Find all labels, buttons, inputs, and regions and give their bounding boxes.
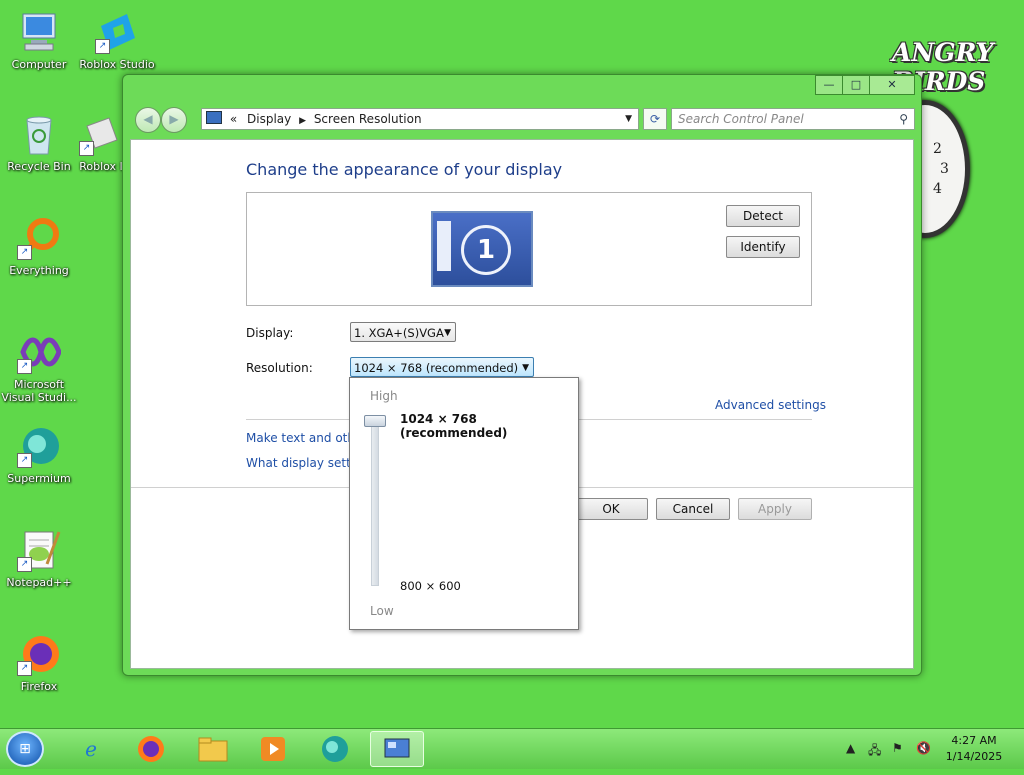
desktop-icon-notepad-plus-plus[interactable]: ↗ Notepad++: [0, 528, 80, 589]
monitor-1-thumbnail[interactable]: 1: [431, 211, 533, 287]
desktop-icon-label: Roblox Studio: [79, 58, 155, 71]
desktop-icon-computer[interactable]: Computer: [0, 10, 80, 71]
desktop-icon-everything[interactable]: ↗ Everything: [0, 216, 80, 277]
back-button[interactable]: ◀: [135, 107, 161, 133]
display-label: Display:: [246, 326, 294, 340]
shortcut-arrow-icon: ↗: [79, 141, 94, 156]
desktop-icon-label: Recycle Bin: [7, 160, 71, 173]
search-icon: ⚲: [899, 112, 908, 126]
computer-icon: [17, 10, 61, 54]
display-select[interactable]: 1. XGA+(S)VGA ▼: [350, 322, 456, 342]
resolution-value: 1024 × 768 (recommended): [354, 361, 519, 375]
desktop-icon-label: Roblox I: [79, 160, 123, 173]
resolution-slider-track[interactable]: [371, 418, 379, 586]
desktop-icon-label: Supermium: [7, 472, 71, 485]
visual-studio-icon: ↗: [17, 330, 62, 374]
show-hidden-icons-icon[interactable]: ▲: [846, 741, 855, 755]
desktop-icon-supermium[interactable]: ↗ Supermium: [0, 424, 80, 485]
search-placeholder: Search Control Panel: [678, 112, 804, 126]
monitor-sidebar-shape: [437, 221, 451, 271]
desktop-icon-label: Microsoft Visual Studi...: [1, 378, 77, 404]
clock-number: 3: [940, 161, 949, 177]
control-panel-icon: [206, 111, 222, 124]
refresh-button[interactable]: ⟳: [643, 108, 667, 130]
control-panel-icon[interactable]: [370, 731, 424, 767]
firefox-icon[interactable]: [124, 731, 178, 767]
min-resolution-label: 800 × 600: [400, 579, 461, 593]
desktop-icon-visual-studio[interactable]: ↗ Microsoft Visual Studi...: [0, 330, 80, 404]
caption-buttons: — □ ✕: [815, 75, 915, 95]
file-explorer-icon[interactable]: [186, 731, 240, 767]
time-text: 4:27 AM: [951, 734, 997, 747]
cancel-button[interactable]: Cancel: [656, 498, 730, 520]
internet-explorer-icon[interactable]: ℯ: [64, 731, 118, 767]
notepad-plus-plus-icon: ↗: [17, 528, 61, 572]
minimize-button[interactable]: —: [815, 75, 843, 95]
shortcut-arrow-icon: ↗: [17, 453, 32, 468]
close-button[interactable]: ✕: [869, 75, 915, 95]
apply-button[interactable]: Apply: [738, 498, 812, 520]
desktop-icon-firefox[interactable]: ↗ Firefox: [0, 632, 80, 693]
display-value: 1. XGA+(S)VGA: [354, 326, 444, 340]
recycle-bin-icon: [17, 112, 61, 156]
shortcut-arrow-icon: ↗: [95, 39, 110, 54]
detect-button[interactable]: Detect: [726, 205, 800, 227]
resolution-label: Resolution:: [246, 361, 313, 375]
desktop-icon-recycle-bin[interactable]: Recycle Bin: [0, 112, 80, 173]
desktop-icon-roblox[interactable]: ↗ Roblox I: [76, 112, 126, 173]
monitor-number: 1: [461, 225, 511, 275]
high-label: High: [370, 389, 398, 403]
firefox-icon: ↗: [17, 632, 61, 676]
identify-button[interactable]: Identify: [726, 236, 800, 258]
desktop-icon-label: Firefox: [20, 680, 58, 693]
shortcut-arrow-icon: ↗: [17, 359, 32, 374]
address-row: ◀ ▶ « Display ▶ Screen Resolution ▼ ⟳ Se…: [131, 105, 915, 133]
resolution-select[interactable]: 1024 × 768 (recommended) ▼: [350, 357, 534, 377]
desktop-icon-label: Notepad++: [6, 576, 72, 589]
roblox-studio-icon: ↗: [95, 10, 139, 54]
ok-button[interactable]: OK: [574, 498, 648, 520]
volume-muted-icon[interactable]: 🔇: [916, 741, 931, 755]
desktop-icon-roblox-studio[interactable]: ↗ Roblox Studio: [76, 10, 158, 71]
shortcut-arrow-icon: ↗: [17, 661, 32, 676]
breadcrumb-chevron[interactable]: «: [230, 112, 237, 126]
resolution-slider-thumb[interactable]: [364, 415, 386, 427]
page-title: Change the appearance of your display: [246, 160, 563, 179]
chevron-down-icon: ▼: [522, 363, 529, 373]
address-bar[interactable]: « Display ▶ Screen Resolution ▼: [201, 108, 639, 130]
network-icon[interactable]: 🖧: [868, 741, 881, 762]
desktop-icon-label: Computer: [11, 58, 67, 71]
action-center-flag-icon[interactable]: ⚑: [892, 741, 903, 755]
clock-number: 2: [933, 141, 942, 157]
desktop-icon-label: Everything: [9, 264, 69, 277]
clock[interactable]: 4:27 AM 1/14/2025: [944, 733, 1004, 765]
address-dropdown-icon[interactable]: ▼: [625, 109, 632, 129]
breadcrumb-screen-resolution[interactable]: Screen Resolution: [314, 112, 422, 126]
low-label: Low: [370, 604, 394, 618]
display-preview-area: 1 Detect Identify: [246, 192, 812, 306]
shortcut-arrow-icon: ↗: [17, 557, 32, 572]
current-resolution-label: 1024 × 768 (recommended): [400, 412, 508, 440]
maximize-button[interactable]: □: [842, 75, 870, 95]
media-player-icon[interactable]: [246, 731, 300, 767]
start-button[interactable]: ⊞: [6, 731, 44, 767]
resolution-slider-popup: High 1024 × 768 (recommended) 800 × 600 …: [349, 377, 579, 630]
breadcrumb-arrow-icon: ▶: [299, 116, 306, 126]
forward-button[interactable]: ▶: [161, 107, 187, 133]
shortcut-arrow-icon: ↗: [17, 245, 32, 260]
roblox-icon: ↗: [79, 112, 123, 156]
everything-icon: ↗: [17, 216, 61, 260]
search-input[interactable]: Search Control Panel ⚲: [671, 108, 915, 130]
clock-number: 4: [933, 181, 942, 197]
date-text: 1/14/2025: [945, 750, 1003, 763]
breadcrumb-display[interactable]: Display: [247, 112, 291, 126]
supermium-icon[interactable]: [308, 731, 362, 767]
advanced-settings-link[interactable]: Advanced settings: [715, 398, 826, 412]
supermium-icon: ↗: [17, 424, 61, 468]
chevron-down-icon: ▼: [444, 328, 451, 338]
taskbar: ⊞ ℯ ▲ 🖧 ⚑ 🔇 4:27 AM 1/14/2025: [0, 728, 1024, 769]
